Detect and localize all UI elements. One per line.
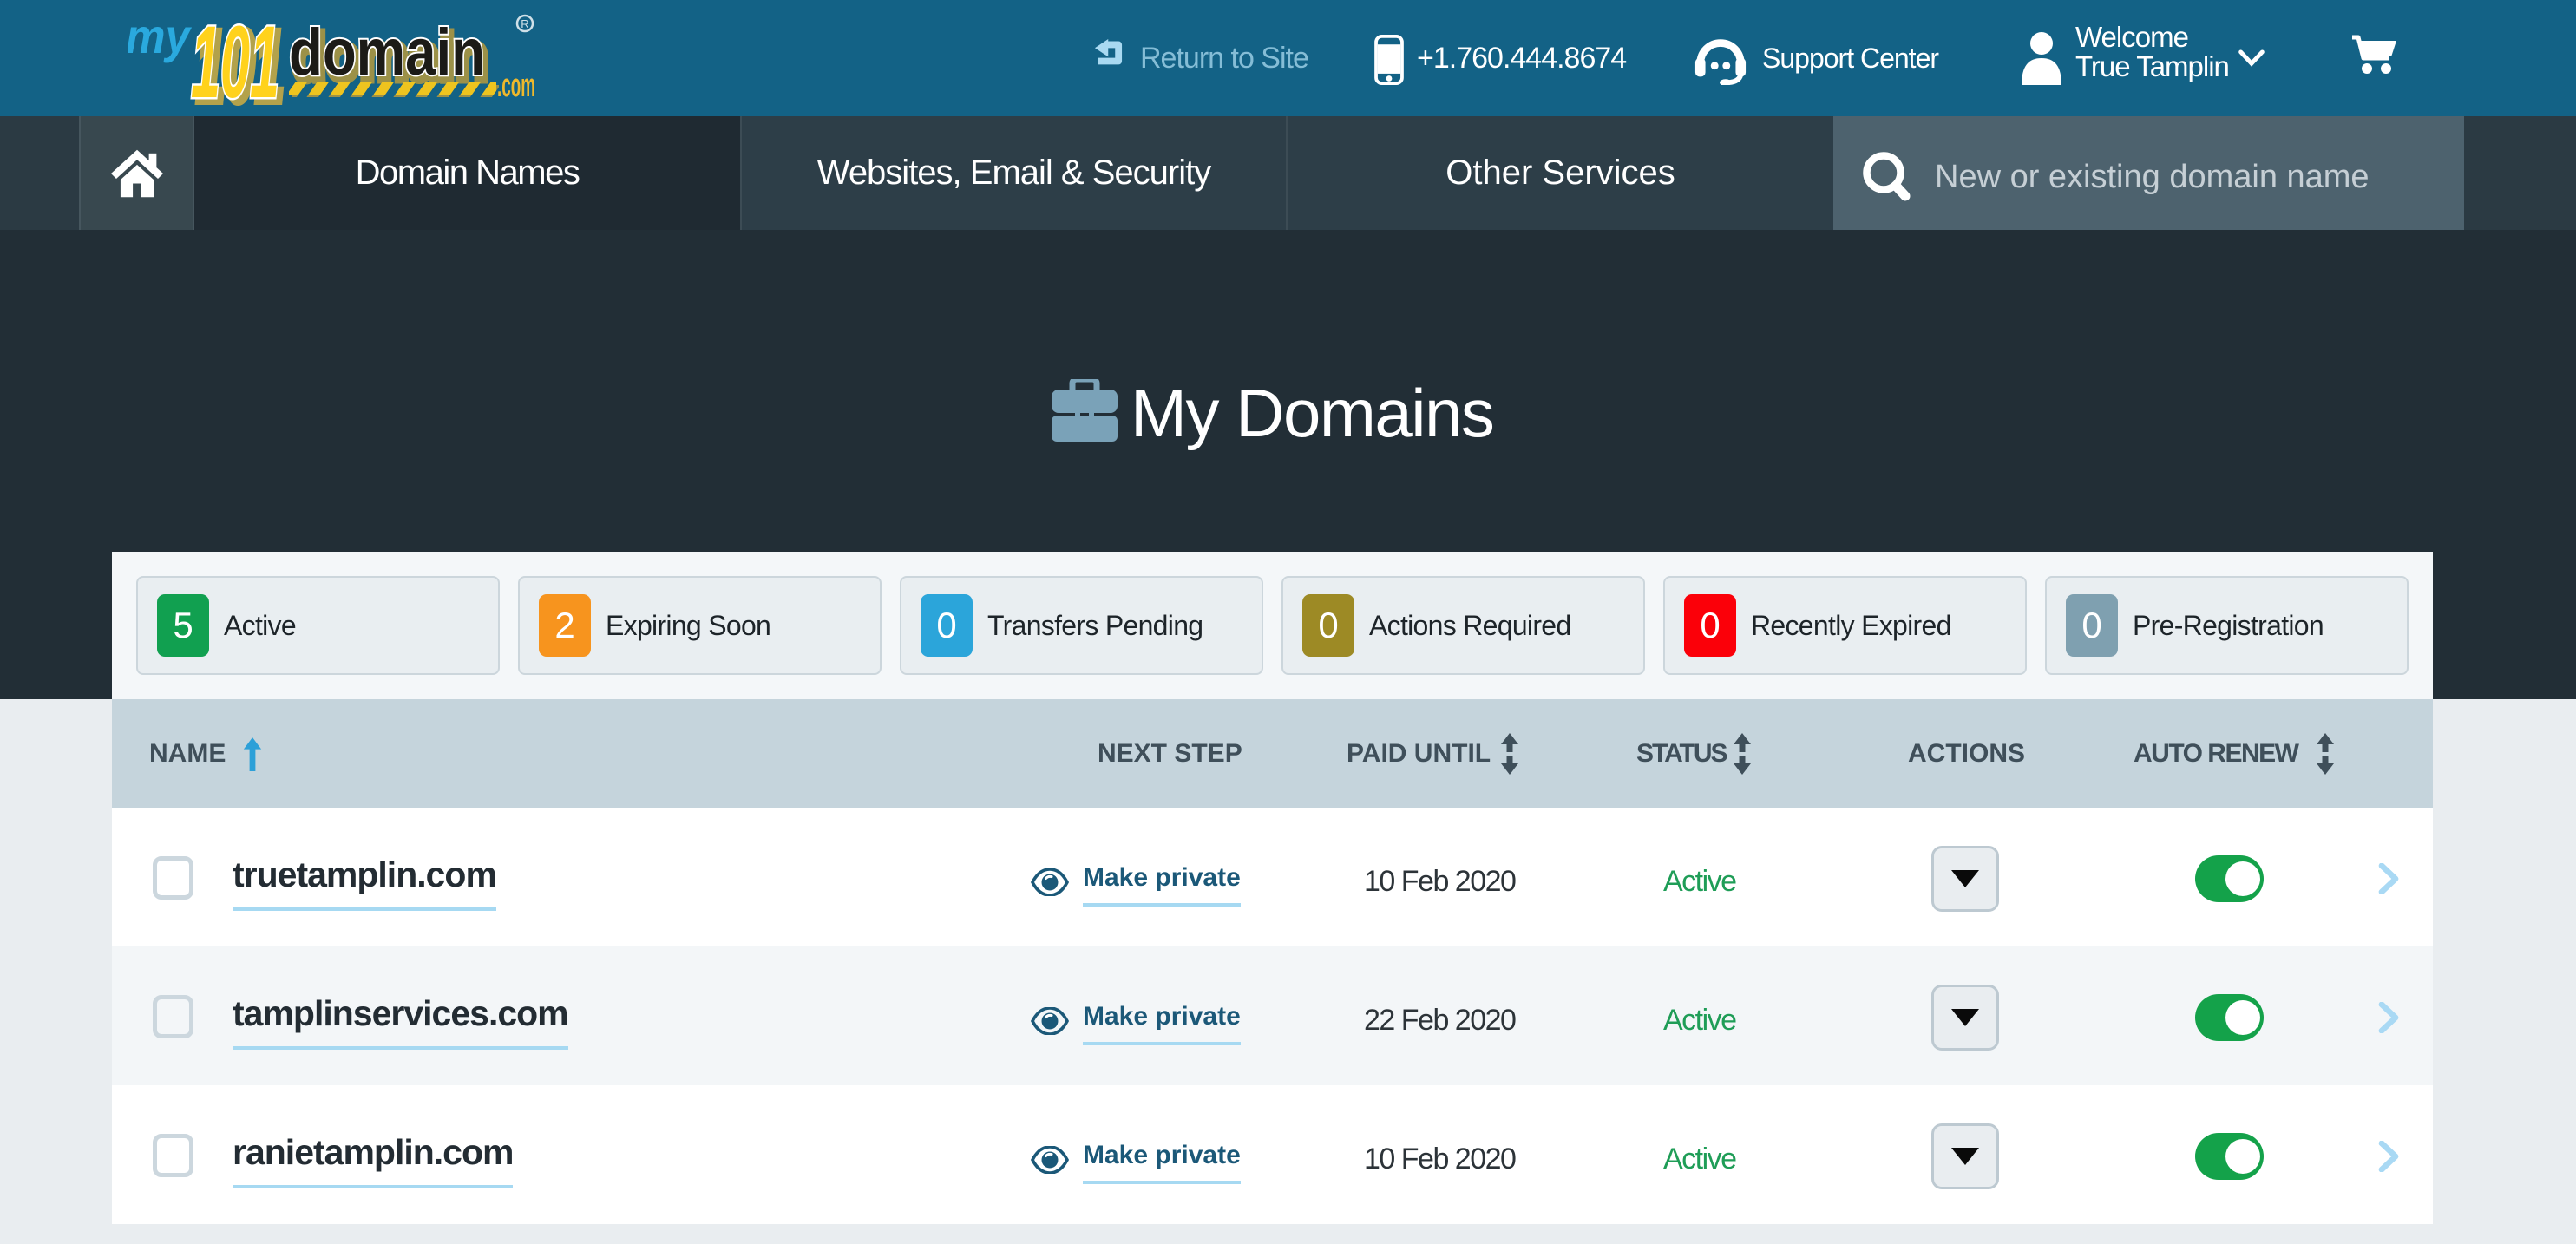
svg-text:.com: .com (497, 68, 535, 104)
svg-text:my: my (128, 12, 193, 63)
svg-text:R: R (521, 17, 528, 30)
svg-text:domain: domain (289, 16, 485, 89)
svg-text:101: 101 (191, 12, 279, 109)
